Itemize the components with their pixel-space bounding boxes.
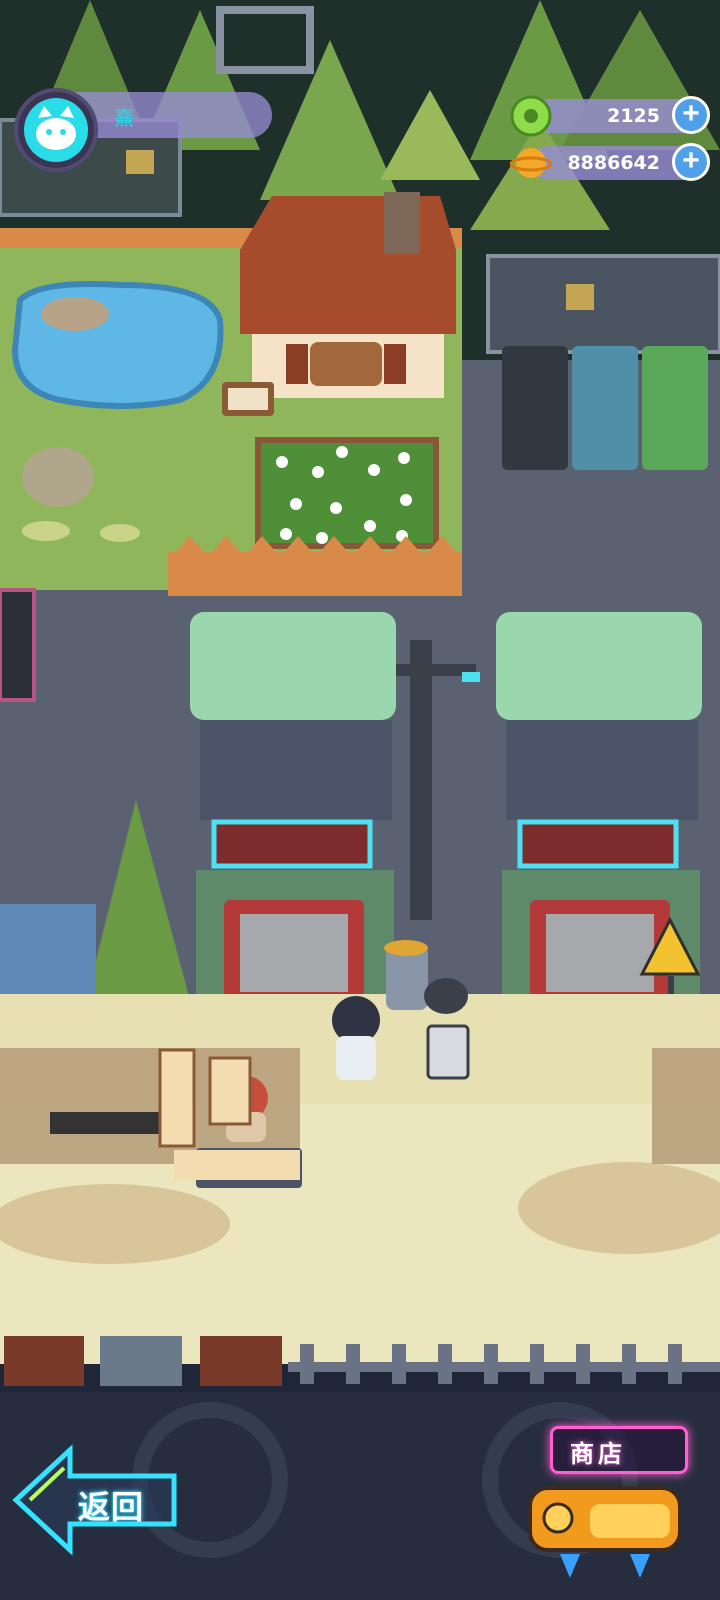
trash-bag xyxy=(424,978,468,1014)
shop-cart-icon xyxy=(528,1486,682,1578)
cottage-roof xyxy=(240,196,456,334)
green-donut-coin-icon xyxy=(510,95,552,137)
cottage-chimney xyxy=(384,192,420,254)
blue-machine xyxy=(0,904,96,1000)
dirt-patch xyxy=(0,1184,230,1264)
stall-banner-left xyxy=(158,1048,196,1148)
planet-currency-counter: 8886642 + xyxy=(510,143,710,182)
neon-sign-left xyxy=(0,588,36,702)
coin-counter: 2125 + xyxy=(510,95,710,137)
coin-value: 2125 xyxy=(607,105,660,127)
town-scene xyxy=(0,0,720,1600)
building-left xyxy=(190,612,396,998)
garden-pond xyxy=(11,281,224,409)
game-screen: 熹 2125 + 8886642 + 返回 商店 xyxy=(0,0,720,1600)
street-lamp-pole xyxy=(410,640,432,920)
player-profile[interactable]: 熹 xyxy=(14,88,272,172)
back-button[interactable]: 返回 xyxy=(8,1440,184,1560)
shop-label: 商店 xyxy=(570,1440,626,1468)
avatar-frame[interactable] xyxy=(14,88,98,172)
chainlink-fence-right xyxy=(486,254,720,354)
cat-avatar-icon xyxy=(24,98,88,162)
player-name: 熹 xyxy=(114,106,134,130)
pond-rock xyxy=(41,297,109,331)
cottage-door xyxy=(310,342,382,386)
planter-box xyxy=(200,1336,282,1386)
planter-box xyxy=(100,1336,182,1386)
recycle-bin-green xyxy=(642,346,708,470)
shop-button[interactable]: 商店 xyxy=(520,1414,720,1584)
barrier-stripe xyxy=(50,1112,160,1134)
add-coins-button[interactable]: + xyxy=(672,96,710,134)
stepping-stone xyxy=(100,524,140,542)
recycle-bin-blue xyxy=(572,346,638,470)
electric-box-icon xyxy=(566,284,594,310)
recycle-bin-black xyxy=(502,346,568,470)
skull-vending-machine xyxy=(426,1024,470,1080)
stepping-stone xyxy=(22,447,94,507)
planter-box xyxy=(4,1336,84,1386)
orange-planet-icon xyxy=(510,148,552,178)
add-planets-button[interactable]: + xyxy=(672,143,710,181)
planet-value: 8886642 xyxy=(567,152,660,174)
back-label: 返回 xyxy=(78,1488,145,1526)
player-character xyxy=(332,996,380,1080)
stall-banner-right xyxy=(208,1056,252,1126)
stepping-stone xyxy=(22,521,70,541)
